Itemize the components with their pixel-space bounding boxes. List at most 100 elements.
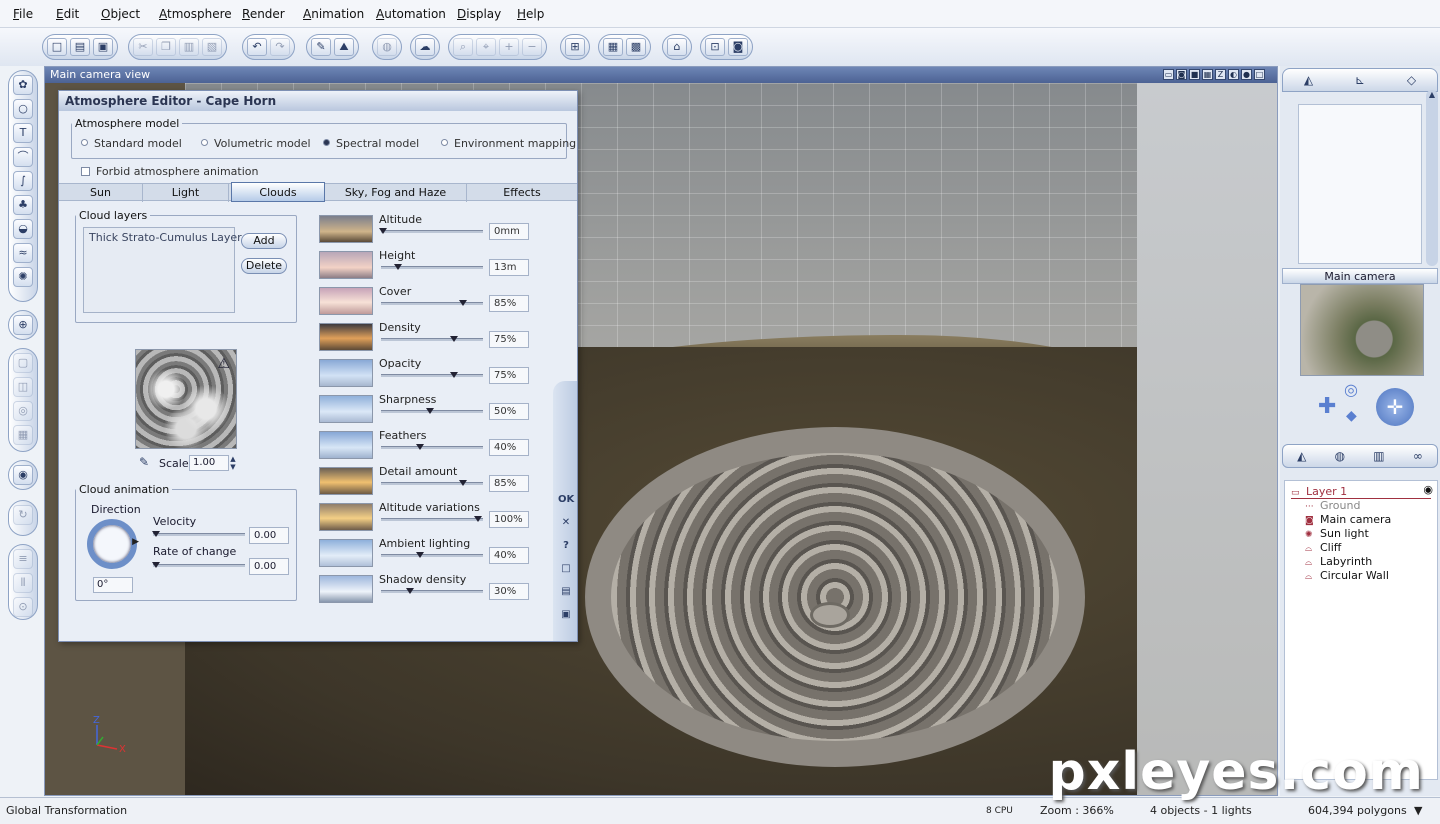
param-slider[interactable]	[381, 264, 483, 270]
cloud-icon[interactable]: ☁	[415, 38, 435, 56]
view-options-icon[interactable]: ▭	[1163, 69, 1174, 80]
param-slider[interactable]	[381, 552, 483, 558]
help-icon[interactable]: ?	[558, 537, 574, 554]
radio-standard-model[interactable]: Standard model	[81, 137, 182, 150]
menu-animation[interactable]: Animation	[303, 7, 364, 21]
layers-tab-icon[interactable]: ⊾	[1355, 73, 1365, 87]
tree-item-circular-wall[interactable]: ⌓ Circular Wall	[1305, 569, 1389, 582]
param-thumbnail[interactable]	[319, 431, 373, 459]
param-thumbnail[interactable]	[319, 539, 373, 567]
param-thumbnail[interactable]	[319, 323, 373, 351]
color-mode-icon[interactable]: ■	[1189, 69, 1200, 80]
rotate-camera-icon[interactable]: ◎	[1344, 380, 1358, 399]
direction-input[interactable]: 0°	[93, 577, 133, 593]
param-slider-knob[interactable]	[416, 444, 425, 450]
rotate-icon[interactable]: ↻	[13, 505, 33, 525]
param-slider-knob[interactable]	[474, 516, 483, 522]
param-slider[interactable]	[381, 516, 483, 522]
param-thumbnail[interactable]	[319, 215, 373, 243]
param-slider-knob[interactable]	[426, 408, 435, 414]
scene-materials-tab-icon[interactable]: ◍	[1335, 449, 1345, 463]
paste-icon[interactable]: ▥	[179, 38, 199, 56]
param-slider[interactable]	[381, 588, 483, 594]
render-area-icon[interactable]: ▩	[626, 38, 646, 56]
material-icon[interactable]: ◍	[377, 38, 397, 56]
menu-file[interactable]: File	[13, 7, 33, 21]
tab-sky-fog-haze[interactable]: Sky, Fog and Haze	[325, 184, 467, 202]
curve-icon[interactable]: ∫	[13, 171, 33, 191]
cloud-preview[interactable]: ⚠	[135, 349, 237, 449]
param-value-input[interactable]: 75%	[489, 331, 529, 348]
menu-object[interactable]: Object	[101, 7, 140, 21]
open-file-icon[interactable]: ▤	[70, 38, 90, 56]
tab-light[interactable]: Light	[143, 184, 229, 202]
layer-visibility-icon[interactable]: ◉	[1423, 483, 1433, 496]
velocity-knob[interactable]	[152, 531, 160, 537]
display-quality-icon[interactable]: ◐	[1228, 69, 1239, 80]
status-dropdown-icon[interactable]: ▼	[1414, 804, 1422, 817]
materials-tab-icon[interactable]: ◇	[1407, 73, 1416, 87]
scene-objects-tab-icon[interactable]: ◭	[1297, 449, 1306, 463]
new-preset-icon[interactable]: □	[558, 560, 574, 577]
menu-render[interactable]: Render	[242, 7, 285, 21]
param-thumbnail[interactable]	[319, 467, 373, 495]
param-slider-knob[interactable]	[379, 228, 387, 234]
param-value-input[interactable]: 100%	[489, 511, 529, 528]
rate-slider[interactable]	[152, 562, 245, 568]
param-thumbnail[interactable]	[319, 503, 373, 531]
save-file-icon[interactable]: ▣	[93, 38, 113, 56]
browser-scrollbar[interactable]: ▲	[1426, 90, 1438, 266]
animation-icon[interactable]: ⌂	[667, 38, 687, 56]
maximize-icon[interactable]: □	[1254, 69, 1265, 80]
param-slider[interactable]	[381, 336, 483, 342]
scale-input[interactable]: 1.00	[189, 455, 229, 471]
cancel-icon[interactable]: ✕	[558, 514, 574, 531]
cut-icon[interactable]: ✂	[133, 38, 153, 56]
menu-help[interactable]: Help	[517, 7, 544, 21]
rock-icon[interactable]: ◒	[13, 219, 33, 239]
param-value-input[interactable]: 85%	[489, 475, 529, 492]
delete-layer-button[interactable]: Delete	[241, 258, 287, 274]
scene-links-tab-icon[interactable]: ∞	[1413, 449, 1423, 463]
menu-display[interactable]: Display	[457, 7, 501, 21]
tree-item-layer-1[interactable]: ▭ Layer 1	[1291, 485, 1431, 499]
param-slider-knob[interactable]	[449, 336, 458, 342]
param-thumbnail[interactable]	[319, 575, 373, 603]
undo-icon[interactable]: ↶	[247, 38, 267, 56]
tab-clouds[interactable]: Clouds	[231, 182, 325, 202]
boolean-icon[interactable]: ◫	[13, 377, 33, 397]
zoom-out-icon[interactable]: −	[522, 38, 542, 56]
tab-effects[interactable]: Effects	[467, 184, 577, 202]
four-views-icon[interactable]: ⊞	[565, 38, 585, 56]
browser-content[interactable]	[1298, 104, 1422, 264]
ok-button[interactable]: OK	[558, 491, 574, 508]
align-icon[interactable]: ≡	[13, 549, 33, 569]
save-preset-icon[interactable]: ▣	[558, 606, 574, 623]
library-icon[interactable]: ⊕	[13, 315, 33, 335]
tree-item-main-camera[interactable]: ◙ Main camera	[1305, 513, 1391, 526]
radio-spectral-model[interactable]: Spectral model	[323, 137, 419, 150]
load-preset-icon[interactable]: ▤	[558, 583, 574, 600]
param-value-input[interactable]: 40%	[489, 547, 529, 564]
param-thumbnail[interactable]	[319, 395, 373, 423]
new-file-icon[interactable]: □	[47, 38, 67, 56]
redo-icon[interactable]: ↷	[270, 38, 290, 56]
group-icon[interactable]: ▢	[13, 353, 33, 373]
tree-icon[interactable]: ♣	[13, 195, 33, 215]
scene-layers-tab-icon[interactable]: ▥	[1373, 449, 1384, 463]
param-slider-knob[interactable]	[459, 480, 468, 486]
snap-icon[interactable]: ⊙	[13, 597, 33, 617]
distribute-icon[interactable]: ⫴	[13, 573, 33, 593]
terrain-icon[interactable]: ⌒	[13, 147, 33, 167]
zoom-in-icon[interactable]: +	[499, 38, 519, 56]
param-value-input[interactable]: 13m	[489, 259, 529, 276]
add-layer-button[interactable]: Add	[241, 233, 287, 249]
menu-atmosphere[interactable]: Atmosphere	[159, 7, 232, 21]
edit-terrain-icon[interactable]: ⛰	[334, 38, 354, 56]
param-slider[interactable]	[381, 372, 483, 378]
cloud-layer-item[interactable]: Thick Strato-Cumulus Layer ◉	[84, 228, 255, 247]
param-value-input[interactable]: 75%	[489, 367, 529, 384]
param-thumbnail[interactable]	[319, 251, 373, 279]
zoom-camera-icon[interactable]: ◆	[1346, 408, 1357, 424]
camera-preview-icon[interactable]: ◙	[728, 38, 748, 56]
